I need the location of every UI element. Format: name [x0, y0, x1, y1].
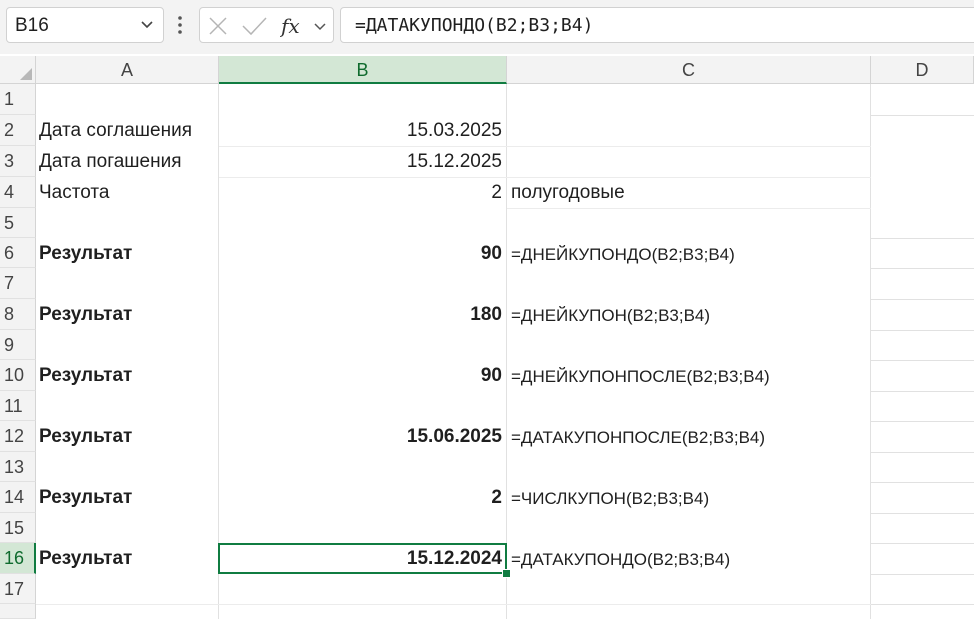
row-header-11[interactable]: 11 [0, 391, 36, 421]
gridline [871, 360, 974, 361]
row-header-3[interactable]: 3 [0, 146, 36, 177]
fill-handle[interactable] [502, 569, 511, 578]
gridline [871, 604, 974, 605]
gridline [871, 115, 974, 116]
gridline [870, 84, 871, 619]
cell-b12[interactable]: 15.06.2025 [222, 426, 502, 448]
cell-a6[interactable]: Результат [39, 243, 132, 265]
row-header-18[interactable] [0, 604, 36, 619]
gridline [218, 84, 219, 619]
cell-c8[interactable]: =ДНЕЙКУПОН(B2;B3;B4) [511, 306, 710, 326]
gridline [871, 513, 974, 514]
cell-b3[interactable]: 15.12.2025 [222, 151, 502, 173]
row-header-7[interactable]: 7 [0, 268, 36, 299]
gridline [871, 238, 974, 239]
more-options-icon[interactable] [175, 13, 185, 37]
gridline [506, 84, 507, 619]
gridline [871, 391, 974, 392]
cell-a8[interactable]: Результат [39, 304, 132, 326]
confirm-check-icon[interactable] [240, 15, 268, 37]
svg-text:fx: fx [280, 15, 300, 38]
cell-a2[interactable]: Дата соглашения [39, 120, 192, 142]
gridline [219, 177, 871, 178]
row-header-6[interactable]: 6 [0, 238, 36, 268]
gridline [871, 268, 974, 269]
cell-c14[interactable]: =ЧИСЛКУПОН(B2;B3;B4) [511, 489, 709, 509]
cell-b6[interactable]: 90 [222, 243, 502, 265]
gridline [36, 604, 871, 605]
cell-c10[interactable]: =ДНЕЙКУПОНПОСЛЕ(B2;B3;B4) [511, 367, 770, 387]
row-header-9[interactable]: 9 [0, 330, 36, 360]
gridline [871, 330, 974, 331]
row-header-13[interactable]: 13 [0, 452, 36, 482]
cell-b10[interactable]: 90 [222, 365, 502, 387]
chevron-down-icon[interactable] [312, 18, 328, 34]
cell-b14[interactable]: 2 [222, 487, 502, 509]
cell-a10[interactable]: Результат [39, 365, 132, 387]
row-header-4[interactable]: 4 [0, 177, 36, 208]
column-header-d[interactable]: D [871, 56, 974, 84]
row-header-16[interactable]: 16 [0, 543, 36, 574]
gridline [871, 299, 974, 300]
gridline [219, 146, 871, 147]
select-all-button[interactable] [0, 56, 36, 84]
chevron-down-icon[interactable] [139, 16, 155, 32]
name-box[interactable]: B16 [6, 7, 164, 43]
formula-input[interactable]: =ДАТАКУПОНДО(B2;B3;B4) [340, 7, 974, 43]
name-box-value: B16 [15, 15, 49, 36]
active-cell-border [218, 543, 507, 574]
formula-actions: fx [199, 7, 334, 43]
cell-a16[interactable]: Результат [39, 548, 132, 570]
cell-a12[interactable]: Результат [39, 426, 132, 448]
cell-b8[interactable]: 180 [222, 304, 502, 326]
row-header-5[interactable]: 5 [0, 208, 36, 238]
formula-value: =ДАТАКУПОНДО(B2;B3;B4) [355, 15, 594, 36]
gridline [871, 543, 974, 544]
cell-c16[interactable]: =ДАТАКУПОНДО(B2;B3;B4) [511, 550, 730, 570]
gridline [871, 452, 974, 453]
cell-a3[interactable]: Дата погашения [39, 151, 182, 173]
row-header-10[interactable]: 10 [0, 360, 36, 391]
row-header-1[interactable]: 1 [0, 84, 36, 115]
row-header-12[interactable]: 12 [0, 421, 36, 452]
row-header-14[interactable]: 14 [0, 482, 36, 513]
row-header-2[interactable]: 2 [0, 115, 36, 146]
formula-bar-area: B16 fx =ДАТАКУПОНДО(B2;B3;B4) [0, 0, 974, 54]
gridline [871, 482, 974, 483]
cell-b4[interactable]: 2 [222, 182, 502, 204]
cell-a4[interactable]: Частота [39, 182, 109, 204]
cancel-icon[interactable] [206, 15, 230, 37]
column-header-a[interactable]: A [36, 56, 219, 84]
row-header-15[interactable]: 15 [0, 513, 36, 543]
cell-c12[interactable]: =ДАТАКУПОНПОСЛЕ(B2;B3;B4) [511, 428, 765, 448]
column-header-b[interactable]: B [219, 56, 507, 84]
row-header-17[interactable]: 17 [0, 574, 36, 604]
cell-c4[interactable]: полугодовые [511, 182, 625, 204]
gridline [871, 421, 974, 422]
row-header-8[interactable]: 8 [0, 299, 36, 330]
insert-function-icon[interactable]: fx [280, 15, 306, 39]
gridline [871, 574, 974, 575]
cell-c6[interactable]: =ДНЕЙКУПОНДО(B2;B3;B4) [511, 245, 735, 265]
cell-a14[interactable]: Результат [39, 487, 132, 509]
cell-b2[interactable]: 15.03.2025 [222, 120, 502, 142]
column-header-c[interactable]: C [507, 56, 871, 84]
gridline [507, 208, 871, 209]
